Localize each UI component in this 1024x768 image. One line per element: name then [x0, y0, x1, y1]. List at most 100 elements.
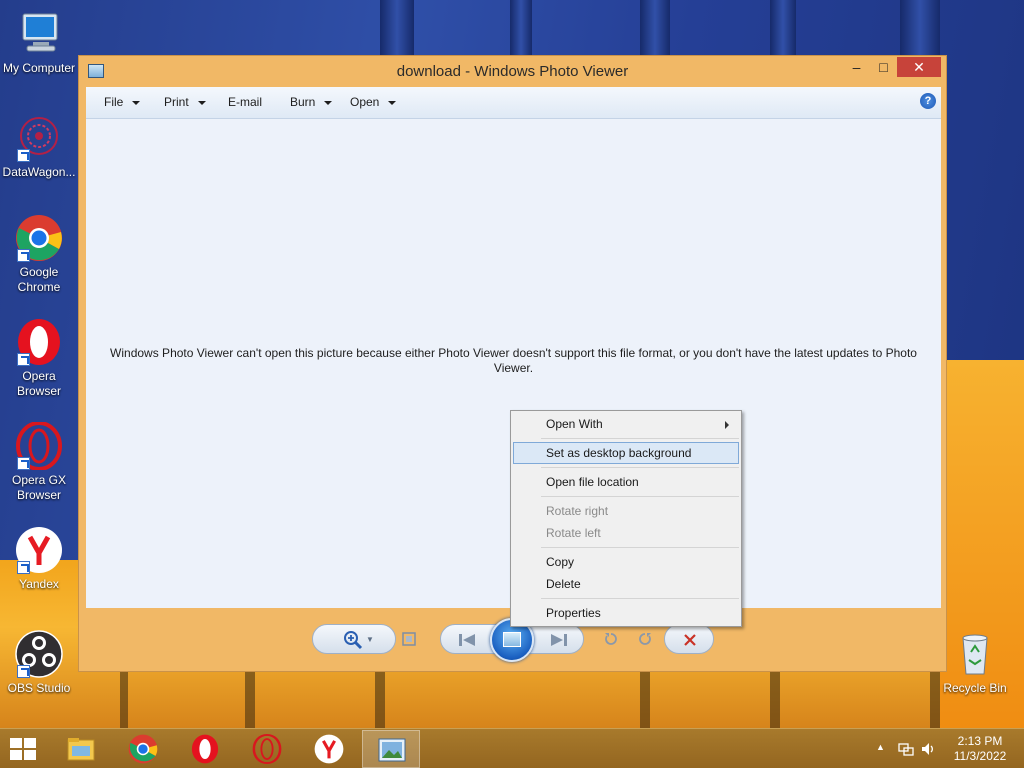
menu-print[interactable]: Print	[164, 95, 206, 109]
yandex-icon	[15, 526, 63, 574]
context-item-label: Delete	[546, 577, 581, 591]
opera-icon	[191, 734, 219, 764]
desktop-icon-recycle-bin[interactable]: Recycle Bin	[936, 630, 1014, 696]
taskbar-chrome[interactable]	[114, 730, 172, 768]
system-tray: ▲	[874, 729, 940, 768]
context-menu: Open With Set as desktop background Open…	[510, 410, 742, 627]
chevron-down-icon	[132, 100, 141, 105]
menu-separator	[541, 496, 739, 497]
desktop-icon-label: Google Chrome	[17, 265, 61, 294]
shortcut-arrow-icon	[17, 561, 30, 574]
desktop-icon-label: Opera Browser	[16, 369, 61, 398]
previous-icon[interactable]	[449, 625, 485, 658]
taskbar-photo-viewer[interactable]	[362, 730, 420, 768]
desktop-icon-my-computer[interactable]: My Computer	[0, 10, 78, 76]
menu-separator	[541, 598, 739, 599]
taskbar-file-explorer[interactable]	[52, 730, 110, 768]
menu-separator	[541, 438, 739, 439]
menu-open[interactable]: Open	[350, 95, 397, 109]
menu-file[interactable]: File	[104, 95, 141, 109]
context-set-desktop-background[interactable]: Set as desktop background	[513, 442, 739, 464]
computer-icon	[15, 10, 63, 58]
desktop-icon-label: DataWagon...	[2, 165, 76, 179]
chevron-down-icon	[388, 100, 397, 105]
desktop-icon-label: My Computer	[2, 61, 76, 75]
chevron-down-icon	[197, 100, 206, 105]
taskbar: ▲ 2:13 PM 11/3/2022	[0, 728, 1024, 768]
obs-icon	[15, 630, 63, 678]
shortcut-arrow-icon	[17, 457, 30, 470]
clock-date: 11/3/2022	[953, 749, 1007, 763]
desktop-icon-google-chrome[interactable]: Google Chrome	[0, 214, 78, 295]
next-icon[interactable]	[541, 625, 577, 658]
delete-group	[664, 624, 714, 654]
desktop-icon-opera-browser[interactable]: Opera Browser	[0, 318, 78, 399]
context-item-label: Rotate right	[546, 504, 609, 518]
context-rotate-right[interactable]: Rotate right	[513, 500, 739, 522]
chrome-icon	[15, 214, 63, 262]
clock-time: 2:13 PM	[957, 734, 1003, 748]
menu-open-label: Open	[350, 95, 380, 109]
menu-email-label: E-mail	[228, 95, 263, 109]
desktop-icon-label: Yandex	[19, 577, 59, 591]
error-message: Windows Photo Viewer can't open this pic…	[110, 346, 917, 375]
desktop-icon-opera-gx[interactable]: Opera GX Browser	[0, 421, 78, 503]
window-title: download - Windows Photo Viewer	[396, 63, 629, 80]
volume-icon[interactable]	[920, 741, 936, 757]
opera-gx-icon	[252, 734, 282, 764]
menu-burn[interactable]: Burn	[290, 95, 333, 109]
taskbar-opera-gx[interactable]	[238, 730, 296, 768]
title-bar[interactable]: download - Windows Photo Viewer – □ ✕	[79, 56, 946, 86]
yandex-icon	[314, 734, 344, 764]
desktop-icon-yandex[interactable]: Yandex	[0, 526, 78, 592]
menu-bar: File Print E-mail Burn Open ?	[86, 87, 941, 119]
minimize-button[interactable]: –	[843, 57, 870, 77]
taskbar-opera[interactable]	[176, 730, 234, 768]
fit-window-icon[interactable]	[396, 624, 422, 658]
context-item-label: Rotate left	[546, 526, 601, 540]
context-item-label: Copy	[546, 555, 575, 569]
opera-gx-icon	[15, 421, 63, 471]
zoom-dropdown-icon[interactable]: ▼	[365, 625, 375, 655]
menu-file-label: File	[104, 95, 124, 109]
context-item-label: Properties	[546, 606, 601, 620]
chevron-down-icon	[324, 100, 333, 105]
rotate-left-icon[interactable]	[598, 624, 624, 658]
zoom-icon[interactable]	[339, 625, 367, 662]
context-rotate-left[interactable]: Rotate left	[513, 522, 739, 544]
zoom-group: ▼	[312, 624, 396, 654]
menu-separator	[541, 547, 739, 548]
menu-print-label: Print	[164, 95, 189, 109]
help-icon[interactable]: ?	[920, 93, 936, 109]
shortcut-arrow-icon	[17, 665, 30, 678]
desktop-icon-label: OBS Studio	[7, 681, 71, 695]
menu-burn-label: Burn	[290, 95, 316, 109]
context-copy[interactable]: Copy	[513, 551, 739, 573]
chrome-icon	[128, 734, 158, 764]
start-button[interactable]	[10, 738, 38, 760]
rotate-right-icon[interactable]	[632, 624, 658, 658]
context-open-file-location[interactable]: Open file location	[513, 471, 739, 493]
context-delete[interactable]: Delete	[513, 573, 739, 595]
network-icon[interactable]	[898, 741, 914, 757]
clock[interactable]: 2:13 PM 11/3/2022	[944, 734, 1016, 764]
opera-icon	[15, 318, 63, 366]
shortcut-arrow-icon	[17, 353, 30, 366]
context-item-label: Open With	[546, 417, 603, 431]
datawagon-icon	[15, 114, 63, 162]
context-item-label: Open file location	[546, 475, 639, 489]
photo-viewer-icon	[378, 738, 406, 762]
slideshow-icon	[503, 632, 521, 647]
delete-icon[interactable]	[675, 625, 705, 658]
close-button[interactable]: ✕	[897, 57, 941, 77]
desktop-icon-obs-studio[interactable]: OBS Studio	[0, 630, 78, 696]
maximize-button[interactable]: □	[870, 57, 897, 77]
menu-separator	[541, 467, 739, 468]
show-hidden-icons-icon[interactable]: ▲	[876, 742, 885, 752]
taskbar-yandex[interactable]	[300, 730, 358, 768]
desktop-icon-datawagon[interactable]: DataWagon...	[0, 114, 78, 180]
context-properties[interactable]: Properties	[513, 602, 739, 624]
menu-email[interactable]: E-mail	[228, 95, 262, 109]
context-open-with[interactable]: Open With	[513, 413, 739, 435]
context-item-label: Set as desktop background	[546, 446, 692, 460]
